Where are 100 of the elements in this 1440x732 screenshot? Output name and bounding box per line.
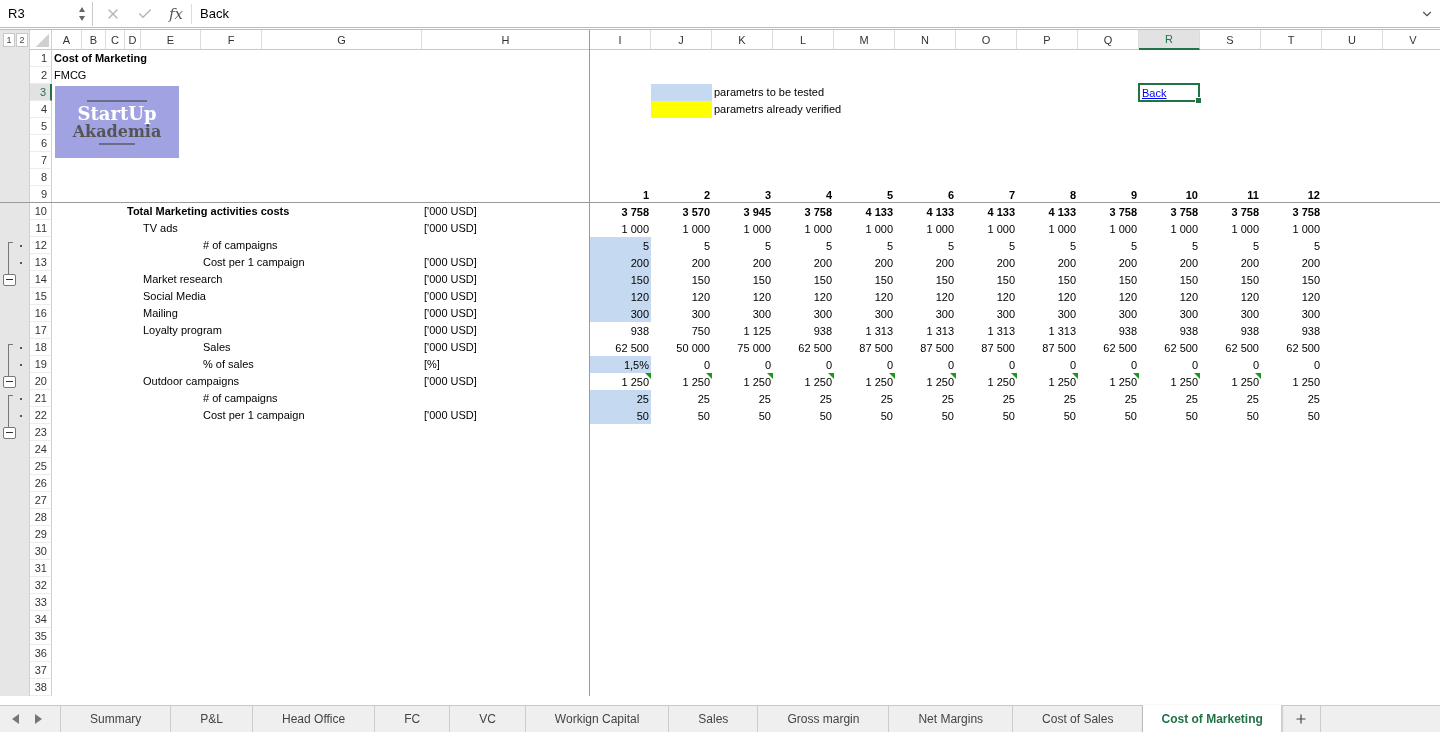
column-header[interactable]: C xyxy=(106,30,125,50)
value-cell-text: 5 xyxy=(1251,238,1260,254)
sheet-tab[interactable]: Sales xyxy=(669,706,759,732)
value-cell-text: 5 xyxy=(1068,238,1077,254)
column-header[interactable]: P xyxy=(1017,30,1078,50)
column-header[interactable]: T xyxy=(1261,30,1322,50)
row-header[interactable]: 4 xyxy=(30,101,52,118)
row-header[interactable]: 12 xyxy=(30,237,52,254)
value-cell-text: 150 xyxy=(751,272,772,288)
column-header[interactable]: A xyxy=(52,30,82,50)
row-header[interactable]: 34 xyxy=(30,611,52,628)
row-header[interactable]: 30 xyxy=(30,543,52,560)
value-cell-text: 1 000 xyxy=(803,221,833,237)
column-header[interactable]: R xyxy=(1139,30,1200,50)
column-header[interactable]: S xyxy=(1200,30,1261,50)
column-header[interactable]: E xyxy=(141,30,201,50)
row-header[interactable]: 37 xyxy=(30,662,52,679)
sheet-tab[interactable]: VC xyxy=(450,706,526,732)
row-header[interactable]: 26 xyxy=(30,475,52,492)
column-header[interactable]: N xyxy=(895,30,956,50)
period-header: 3 xyxy=(763,187,772,203)
outline-level-button[interactable]: 1 xyxy=(3,33,15,47)
column-header[interactable]: M xyxy=(834,30,895,50)
row-header[interactable]: 15 xyxy=(30,288,52,305)
sheet-tab[interactable]: Cost of Marketing xyxy=(1143,705,1282,732)
row-header[interactable]: 7 xyxy=(30,152,52,169)
value-cell-text: 300 xyxy=(812,306,833,322)
value-cell-text: 50 xyxy=(1306,408,1321,424)
row-header[interactable]: 22 xyxy=(30,407,52,424)
outline-level-button[interactable]: 2 xyxy=(16,33,28,47)
column-header[interactable]: F xyxy=(201,30,262,50)
previous-sheet-icon[interactable] xyxy=(12,714,20,724)
sheet-tab[interactable]: Gross margin xyxy=(758,706,890,732)
unit-label: ['000 USD] xyxy=(423,306,477,321)
row-header[interactable]: 5 xyxy=(30,118,52,135)
next-sheet-icon[interactable] xyxy=(34,714,42,724)
value-cell-text: 87 500 xyxy=(1041,340,1077,356)
row-header[interactable]: 1 xyxy=(30,50,52,67)
row-header[interactable]: 20 xyxy=(30,373,52,390)
value-cell: 200 xyxy=(590,254,651,271)
row-header[interactable]: 8 xyxy=(30,169,52,186)
column-header[interactable]: L xyxy=(773,30,834,50)
value-cell-text: 3 570 xyxy=(681,204,711,220)
value-cell-text: 300 xyxy=(1300,306,1321,322)
row-header[interactable]: 16 xyxy=(30,305,52,322)
sheet-tab[interactable]: Summary xyxy=(61,706,172,732)
row-header[interactable]: 27 xyxy=(30,492,52,509)
value-cell-text: 150 xyxy=(690,272,711,288)
value-cell-text: 1 000 xyxy=(1047,221,1077,237)
row-header[interactable]: 36 xyxy=(30,645,52,662)
row-header[interactable]: 11 xyxy=(30,220,52,237)
column-header[interactable]: K xyxy=(712,30,773,50)
row-header[interactable]: 17 xyxy=(30,322,52,339)
sheet-tab[interactable]: Workign Capital xyxy=(525,706,670,732)
row-header[interactable]: 32 xyxy=(30,577,52,594)
row-header[interactable]: 35 xyxy=(30,628,52,645)
spinner-icon[interactable] xyxy=(78,5,86,22)
row-header[interactable]: 14 xyxy=(30,271,52,288)
row-header[interactable]: 18 xyxy=(30,339,52,356)
row-header[interactable]: 33 xyxy=(30,594,52,611)
row-header[interactable]: 25 xyxy=(30,458,52,475)
row-header[interactable]: 10 xyxy=(30,203,52,220)
column-header[interactable]: G xyxy=(262,30,422,50)
value-cell-text: 0 xyxy=(763,357,772,373)
value-cell-text: 0 xyxy=(885,357,894,373)
row-header[interactable]: 6 xyxy=(30,135,52,152)
row-header[interactable]: 28 xyxy=(30,509,52,526)
row-header[interactable]: 21 xyxy=(30,390,52,407)
sheet-tab[interactable]: FC xyxy=(375,706,451,732)
row-header[interactable]: 24 xyxy=(30,441,52,458)
sheet-tab[interactable]: Net Margins xyxy=(889,706,1014,732)
unit-label: ['000 USD] xyxy=(423,255,477,270)
value-cell-text: 120 xyxy=(934,289,955,305)
value-cell: 1,5% xyxy=(590,356,651,373)
value-cell-text: 150 xyxy=(873,272,894,288)
sheet-tab[interactable]: P&L xyxy=(171,706,254,732)
column-header[interactable]: Q xyxy=(1078,30,1139,50)
row-header[interactable]: 23 xyxy=(30,424,52,441)
row-header[interactable]: 29 xyxy=(30,526,52,543)
back-link[interactable]: Back xyxy=(1140,86,1167,99)
selected-cell[interactable]: Back xyxy=(1138,83,1200,102)
insert-function-button[interactable]: fx xyxy=(169,4,183,23)
value-cell-text: 4 133 xyxy=(864,204,894,220)
column-header[interactable]: D xyxy=(125,30,141,50)
column-header[interactable]: B xyxy=(82,30,106,50)
sheet-tab[interactable]: Head Office xyxy=(253,706,376,732)
plus-icon[interactable] xyxy=(1293,712,1308,726)
row-header[interactable]: 31 xyxy=(30,560,52,577)
column-header[interactable]: I xyxy=(590,30,651,50)
row-header[interactable]: 13 xyxy=(30,254,52,271)
column-header[interactable]: O xyxy=(956,30,1017,50)
row-header[interactable]: 2 xyxy=(30,67,52,84)
unit-label: ['000 USD] xyxy=(423,272,477,287)
name-box[interactable]: R3 xyxy=(0,1,93,26)
formula-field[interactable]: Back xyxy=(191,3,1420,24)
row-header[interactable]: 38 xyxy=(30,679,52,696)
column-header[interactable]: J xyxy=(651,30,712,50)
column-header[interactable]: U xyxy=(1322,30,1383,50)
row-header[interactable]: 3 xyxy=(30,84,52,101)
row-header[interactable]: 19 xyxy=(30,356,52,373)
